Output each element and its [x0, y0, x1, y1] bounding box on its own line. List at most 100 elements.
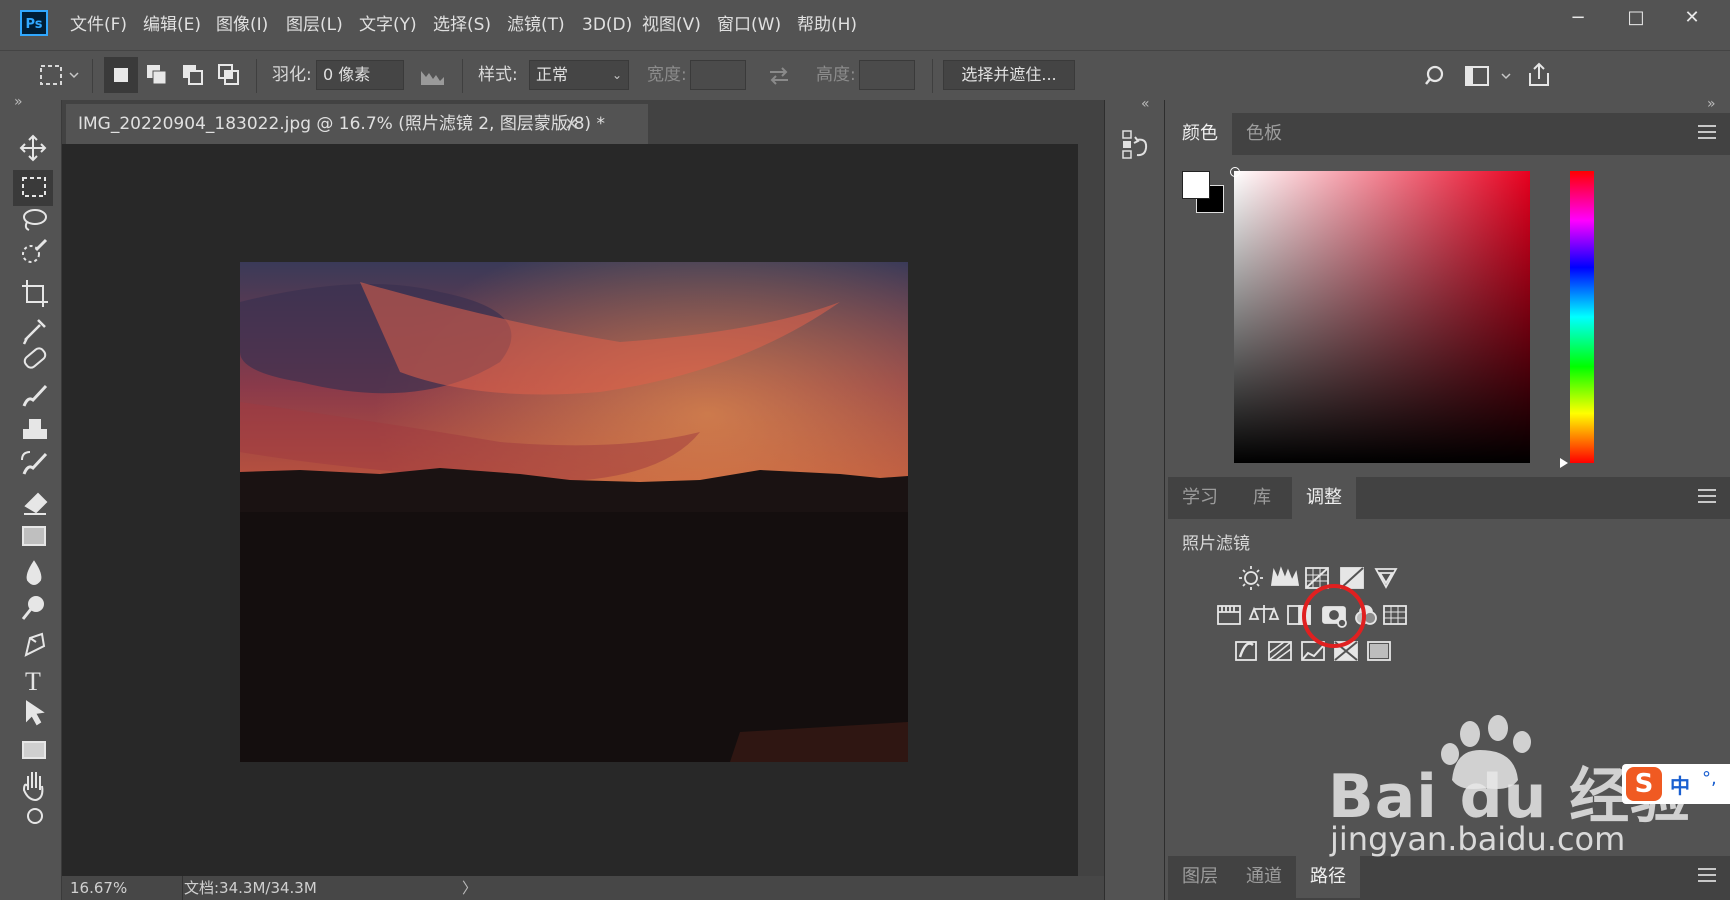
vertical-scrollbar[interactable] — [1078, 144, 1104, 876]
add-selection-icon — [147, 65, 167, 85]
anti-alias-icon — [421, 71, 444, 85]
watermark-url: jingyan.baidu.com — [1330, 820, 1626, 858]
width-label: 宽度: — [647, 65, 687, 85]
select-and-mask-button[interactable]: 选择并遮住... — [943, 60, 1075, 90]
right-dock-collapse-icon[interactable]: » — [1707, 96, 1716, 112]
document-tab[interactable]: IMG_20220904_183022.jpg @ 16.7% (照片滤镜 2,… — [66, 104, 648, 144]
document-image[interactable] — [240, 262, 908, 762]
foreground-color-swatch[interactable] — [1182, 171, 1210, 199]
new-selection-button[interactable] — [104, 57, 138, 93]
posterize-icon — [1268, 641, 1292, 661]
hue-slider[interactable] — [1570, 171, 1594, 463]
rect-marquee-preset-icon — [40, 65, 79, 85]
separator — [932, 59, 933, 93]
tab-learn[interactable]: 学习 — [1168, 477, 1232, 519]
history-brush-tool-icon — [22, 452, 48, 475]
tool-icons: T — [13, 134, 53, 824]
gradient-tool-icon — [22, 526, 46, 546]
exposure-icon — [1340, 567, 1364, 589]
close-window-button[interactable]: ✕ — [1674, 2, 1710, 34]
layers-panel-menu-icon[interactable] — [1698, 868, 1716, 884]
separator — [92, 59, 93, 93]
hue-slider-handle[interactable] — [1560, 458, 1568, 468]
adjust-panel-menu-icon[interactable] — [1698, 489, 1716, 505]
menu-window[interactable]: 窗口(W) — [717, 0, 781, 50]
menu-3d[interactable]: 3D(D) — [582, 0, 632, 50]
brush-tool-icon — [22, 384, 48, 407]
invert-icon — [1235, 641, 1257, 661]
close-document-icon[interactable]: × — [564, 104, 579, 144]
menu-select[interactable]: 选择(S) — [433, 0, 491, 50]
tools-panel: » T — [0, 94, 62, 900]
adjust-panel-tabs: 学习 库 调整 — [1168, 477, 1730, 519]
menu-bar: Ps 文件(F) 编辑(E) 图像(I) 图层(L) 文字(Y) 选择(S) 滤… — [0, 0, 1730, 50]
tab-layers[interactable]: 图层 — [1168, 856, 1232, 898]
menu-help[interactable]: 帮助(H) — [797, 0, 857, 50]
feather-input[interactable]: 0 像素 — [316, 60, 404, 90]
document-title: IMG_20220904_183022.jpg @ 16.7% (照片滤镜 2,… — [78, 114, 605, 134]
clone-stamp-tool-icon — [23, 419, 47, 439]
color-picker-cursor — [1230, 167, 1240, 177]
share-button[interactable] — [1524, 59, 1554, 91]
color-panel-tabs: 颜色 色板 — [1168, 113, 1730, 155]
layers-panel-tabs: 图层 通道 路径 — [1168, 856, 1730, 900]
menu-image[interactable]: 图像(I) — [216, 0, 268, 50]
move-tool-icon — [19, 134, 47, 162]
search-icon — [1425, 65, 1444, 85]
menu-edit[interactable]: 编辑(E) — [143, 0, 201, 50]
color-panel-menu-icon[interactable] — [1698, 125, 1716, 141]
dodge-tool-icon — [28, 596, 44, 612]
color-field[interactable] — [1230, 167, 1530, 463]
eraser-tool-icon — [24, 492, 48, 514]
menu-type[interactable]: 文字(Y) — [359, 0, 417, 50]
restore-button[interactable]: □ — [1618, 2, 1654, 34]
style-select-value: 正常 — [536, 65, 569, 84]
color-balance-icon — [1248, 605, 1280, 623]
marquee-preset-picker[interactable] — [38, 60, 84, 90]
status-menu-arrow-icon[interactable]: 〉 — [462, 876, 477, 900]
ime-punct-icon: °, — [1702, 768, 1717, 789]
vibrance-icon — [1374, 568, 1398, 589]
intersect-selection-button[interactable] — [212, 57, 246, 93]
menu-view[interactable]: 视图(V) — [642, 0, 701, 50]
tab-swatches[interactable]: 色板 — [1232, 113, 1296, 155]
chevron-down-icon: ⌄ — [611, 68, 622, 82]
anti-alias-toggle[interactable] — [418, 63, 448, 89]
height-input — [859, 60, 915, 90]
crop-tool-icon — [22, 280, 48, 307]
tab-paths[interactable]: 路径 — [1296, 856, 1360, 898]
zoom-tool-icon — [27, 808, 43, 824]
menu-layer[interactable]: 图层(L) — [286, 0, 343, 50]
lasso-tool-icon — [23, 209, 47, 225]
dock-collapse-icon[interactable]: « — [1141, 96, 1150, 112]
hand-tool-icon — [22, 772, 44, 802]
minimize-button[interactable]: − — [1560, 2, 1596, 34]
workspace-icon — [1465, 66, 1511, 86]
menu-filter[interactable]: 滤镜(T) — [507, 0, 565, 50]
selective-color-icon — [1367, 641, 1391, 661]
sunset-photo — [240, 262, 908, 762]
options-bar: 羽化: 0 像素 样式: 正常 ⌄ 宽度: 高度: 选择并遮住... — [0, 50, 1730, 100]
ime-indicator[interactable]: S 中 °, — [1622, 764, 1730, 804]
history-icon — [1122, 130, 1148, 159]
feather-label: 羽化: — [272, 65, 312, 85]
subtract-selection-button[interactable] — [176, 57, 210, 93]
search-button[interactable] — [1422, 61, 1452, 91]
healing-brush-tool-icon — [23, 347, 47, 369]
subtract-selection-icon — [183, 65, 203, 85]
separator — [256, 59, 257, 93]
tab-channels[interactable]: 通道 — [1232, 856, 1296, 898]
history-panel-button[interactable] — [1121, 128, 1153, 160]
sogou-ime-icon: S — [1626, 767, 1662, 801]
tab-color[interactable]: 颜色 — [1168, 113, 1232, 155]
height-label: 高度: — [816, 65, 856, 85]
intersect-selection-icon — [218, 64, 239, 85]
style-select[interactable]: 正常 ⌄ — [529, 60, 629, 90]
tab-adjustments[interactable]: 调整 — [1292, 477, 1356, 519]
width-input — [690, 60, 746, 90]
tab-libraries[interactable]: 库 — [1232, 477, 1292, 519]
zoom-level[interactable]: 16.67% — [70, 876, 127, 900]
add-to-selection-button[interactable] — [140, 57, 174, 93]
workspace-switcher[interactable] — [1462, 61, 1518, 91]
menu-file[interactable]: 文件(F) — [70, 0, 127, 50]
